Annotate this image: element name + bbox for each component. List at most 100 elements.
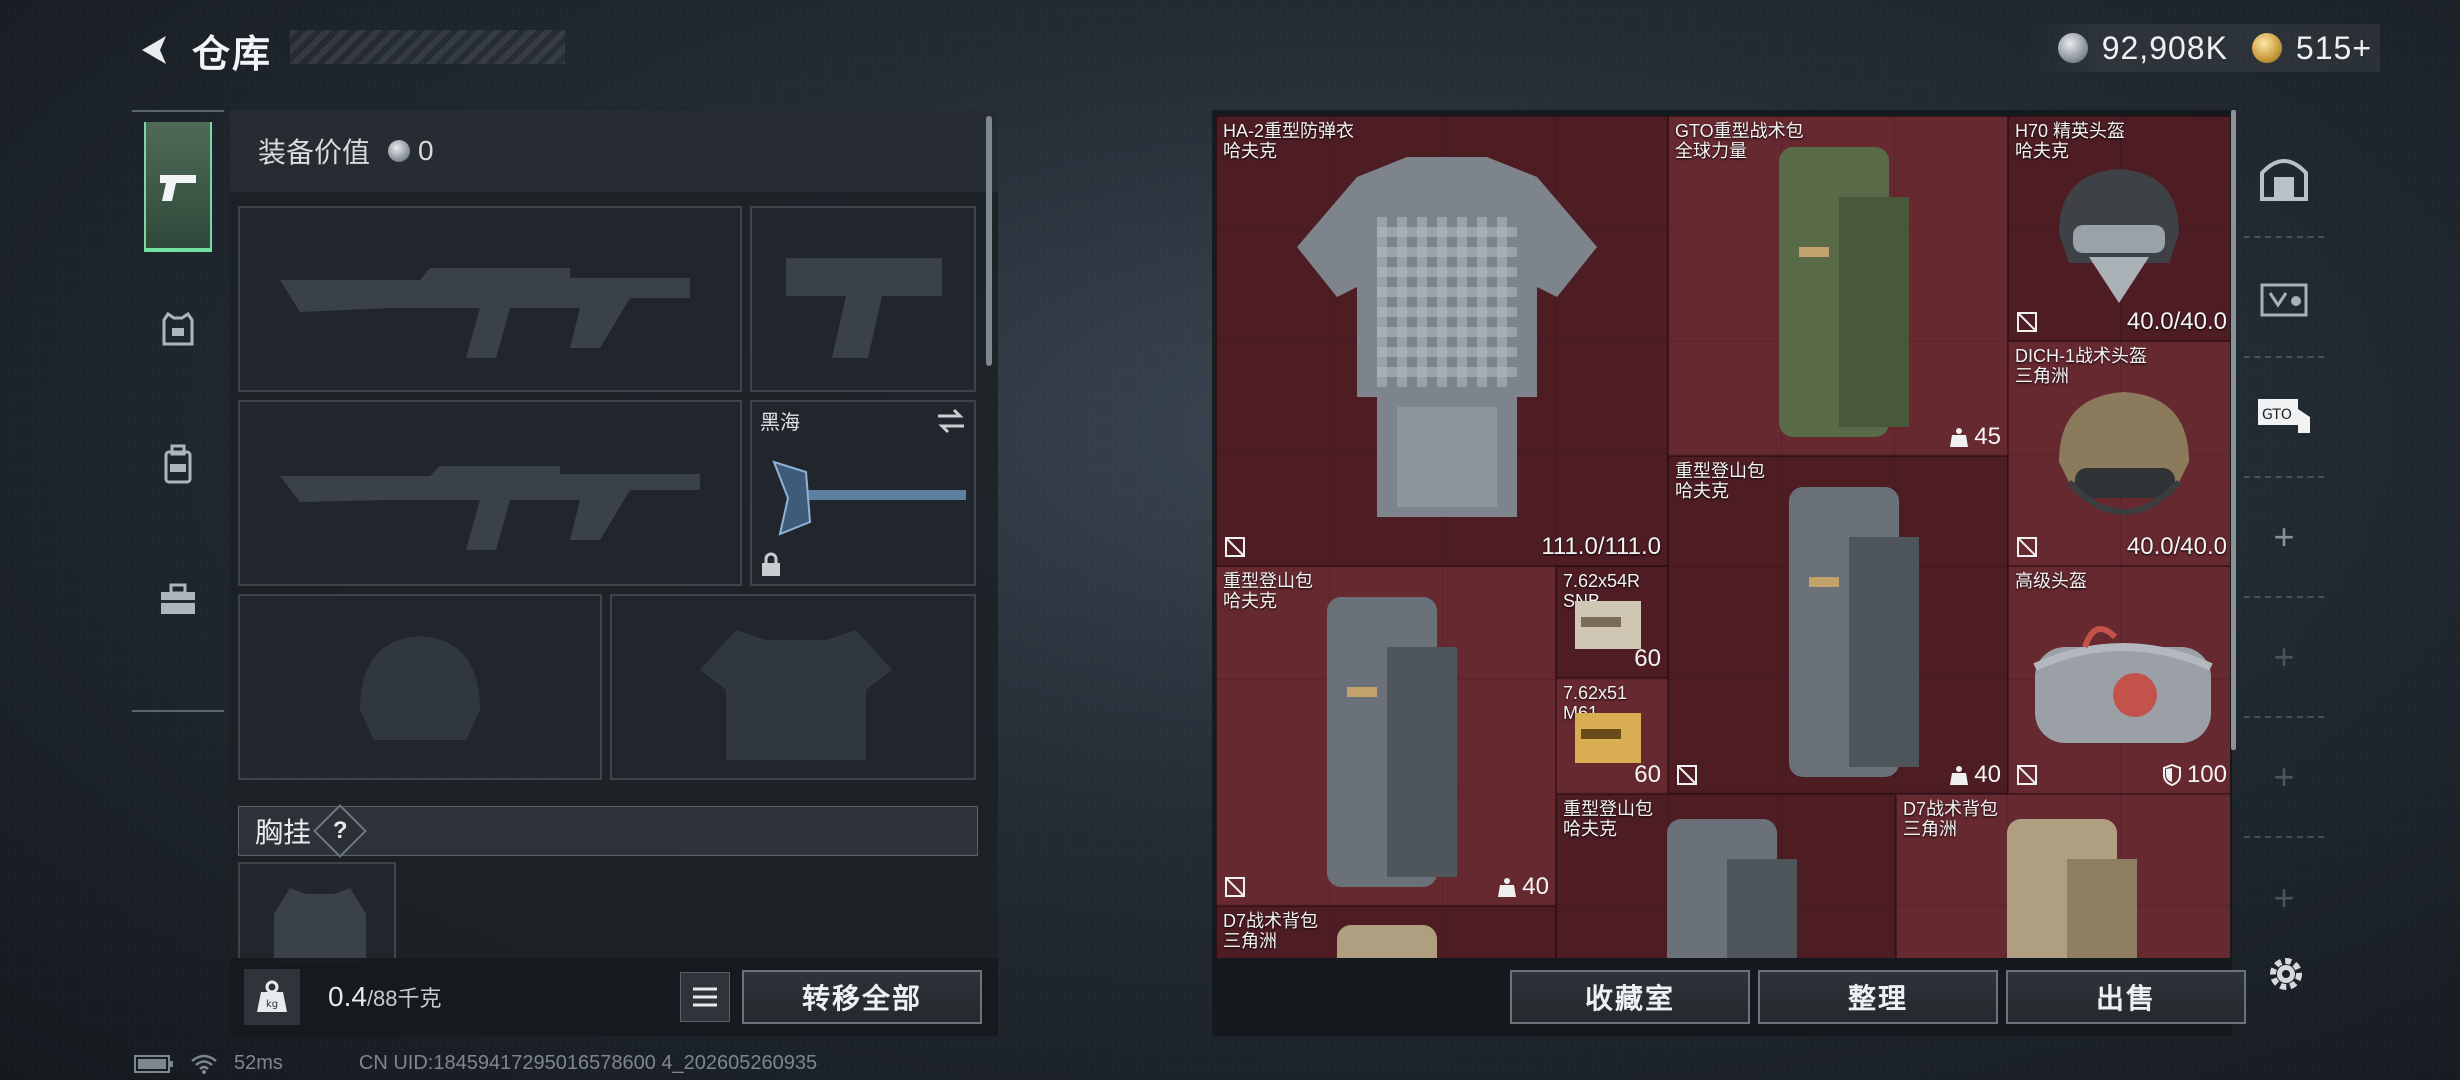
rail-item-armor[interactable] xyxy=(132,262,224,397)
inventory-item[interactable]: H70 精英头盔 哈夫克 40.0/40.0 xyxy=(2008,116,2230,341)
settings-button[interactable] xyxy=(2264,952,2308,1001)
equipment-value: 0 xyxy=(418,135,434,166)
helmet-silhouette-icon xyxy=(360,636,480,740)
primary-weapon-slot[interactable] xyxy=(238,206,742,392)
armor-vest-image xyxy=(1297,157,1597,517)
shield-icon xyxy=(2162,764,2181,786)
status-bar: 52ms CN UID:18459417295016578600 4_20260… xyxy=(134,1052,817,1075)
inventory-scrollbar[interactable] xyxy=(2231,110,2236,750)
backpack-icon xyxy=(164,444,192,483)
add-storage-button[interactable]: + xyxy=(2244,838,2324,958)
inventory-grid: HA-2重型防弹衣 哈夫克 111.0/111.0 GTO重型战术包 全球力量 45 xyxy=(1216,116,2230,958)
inventory-panel: HA-2重型防弹衣 哈夫克 111.0/111.0 GTO重型战术包 全球力量 45 xyxy=(1212,110,2246,1036)
axe-icon xyxy=(772,460,966,536)
swap-arrows-icon[interactable] xyxy=(936,408,966,434)
sort-button[interactable]: 整理 xyxy=(1758,970,1998,1024)
equipment-scrollbar[interactable] xyxy=(986,116,992,366)
battery-icon xyxy=(134,1054,173,1073)
rifle-silhouette-icon xyxy=(280,268,690,358)
rail-item-backpack[interactable] xyxy=(132,397,224,532)
user-id: CN UID:18459417295016578600 4_2026052609… xyxy=(358,1052,818,1074)
back-arrow-icon[interactable] xyxy=(130,26,178,74)
vault-button[interactable]: 收藏室 xyxy=(1510,970,1750,1024)
no-repair-icon xyxy=(1225,537,1245,557)
list-icon xyxy=(693,987,717,1007)
carry-weight: 0.4/88千克 xyxy=(328,981,442,1012)
rail-item-weapons[interactable] xyxy=(132,112,224,262)
backpack-image xyxy=(1337,925,1437,958)
body-armor-slot[interactable] xyxy=(610,594,976,780)
weight-small-icon xyxy=(1950,766,1969,785)
inventory-item[interactable]: 重型登山包 哈夫克 40 xyxy=(1668,456,2008,794)
silver-coin-icon xyxy=(2057,33,2088,63)
equipment-footer: kg 0.4/88千克 转移全部 xyxy=(230,958,998,1036)
transfer-all-button[interactable]: 转移全部 xyxy=(742,970,982,1024)
no-repair-icon xyxy=(1677,765,1697,785)
inventory-item[interactable]: GTO重型战术包 全球力量 45 xyxy=(1668,116,2008,456)
duffel-bag-image xyxy=(2033,626,2213,743)
sidearm-slot[interactable] xyxy=(750,206,976,392)
rail-item-toolbox[interactable] xyxy=(132,532,224,667)
backpack-image xyxy=(1779,147,1909,437)
chest-rig-slot[interactable] xyxy=(238,862,396,964)
inventory-item[interactable]: 高级头盔 100 xyxy=(2008,566,2230,794)
wifi-icon xyxy=(191,1054,217,1074)
case-icon xyxy=(2260,283,2308,317)
gold-amount[interactable]: 515+ xyxy=(2296,30,2372,67)
capacity-badge: 45 xyxy=(1950,423,2001,451)
help-badge[interactable]: ? xyxy=(313,804,367,858)
inventory-item[interactable]: D7战术背包 三角洲 xyxy=(1896,794,2230,958)
rail-item-stash[interactable] xyxy=(2244,118,2324,238)
svg-text:kg: kg xyxy=(266,999,278,1010)
rail-item-case[interactable] xyxy=(2244,238,2324,358)
gear-icon xyxy=(2270,958,2302,990)
equipment-value-label: 装备价值 xyxy=(258,137,371,168)
pistol-silhouette-icon xyxy=(786,258,942,358)
inventory-item[interactable]: HA-2重型防弹衣 哈夫克 111.0/111.0 xyxy=(1216,116,1668,566)
lock-icon xyxy=(762,552,780,576)
backpack-image xyxy=(1789,487,1919,777)
list-view-button[interactable] xyxy=(680,972,730,1022)
capacity-badge: 40 xyxy=(1950,761,2001,789)
toolbox-icon xyxy=(161,583,195,614)
currency-bar: 92,908K 515+ xyxy=(2027,24,2380,72)
add-storage-button[interactable]: + xyxy=(2244,598,2324,718)
helmet-slot[interactable] xyxy=(238,594,602,780)
backpack-image xyxy=(2007,819,2137,958)
secondary-weapon-slot[interactable] xyxy=(238,400,742,586)
inventory-item[interactable]: 7.62x54R SNB 60 xyxy=(1556,566,1668,678)
page-header: 仓库 xyxy=(130,22,272,78)
stash-icon xyxy=(2260,159,2308,201)
chest-rig-silhouette-icon xyxy=(274,888,366,964)
add-storage-button[interactable]: + xyxy=(2244,478,2324,598)
rifle-silhouette-icon xyxy=(280,466,700,550)
ammo-box-image xyxy=(1575,713,1641,763)
sell-button[interactable]: 出售 xyxy=(2006,970,2246,1024)
weight-small-icon xyxy=(1498,878,1517,897)
gold-coin-icon xyxy=(2251,33,2282,63)
backpack-image xyxy=(1327,597,1457,887)
vest-armor-icon xyxy=(162,311,194,345)
inventory-item[interactable]: 重型登山包 哈夫克 xyxy=(1556,794,1896,958)
equipment-value-header: 装备价值 0 xyxy=(230,110,998,192)
helmet-image xyxy=(2059,392,2189,515)
storage-rail: GTO + + + + xyxy=(2244,118,2324,958)
helmet-image xyxy=(2059,169,2179,303)
chest-rig-section: 胸挂 ? xyxy=(238,804,978,858)
melee-slot[interactable]: 黑海 xyxy=(750,400,976,586)
inventory-item[interactable]: 7.62x51 M61 60 xyxy=(1556,678,1668,794)
header-stripe xyxy=(290,30,565,64)
durability-badge: 100 xyxy=(2162,761,2227,789)
rail-item-gto-pack[interactable]: GTO xyxy=(2244,358,2324,478)
inventory-item[interactable]: 重型登山包 哈夫克 40 xyxy=(1216,566,1556,906)
inventory-item[interactable]: DICH-1战术头盔 三角洲 40.0/40.0 xyxy=(2008,341,2230,566)
backpack-image xyxy=(1667,819,1797,958)
capacity-badge: 40 xyxy=(1498,873,1549,901)
weight-small-icon xyxy=(1950,428,1969,447)
equipment-panel: 装备价值 0 黑海 胸挂 ? kg 0.4/88千克 转移全部 xyxy=(230,110,998,1036)
pistol-icon xyxy=(160,175,196,201)
ping: 52ms xyxy=(234,1052,283,1074)
inventory-item[interactable]: D7战术背包 三角洲 xyxy=(1216,906,1556,958)
add-storage-button[interactable]: + xyxy=(2244,718,2324,838)
silver-coin-icon xyxy=(388,140,411,162)
